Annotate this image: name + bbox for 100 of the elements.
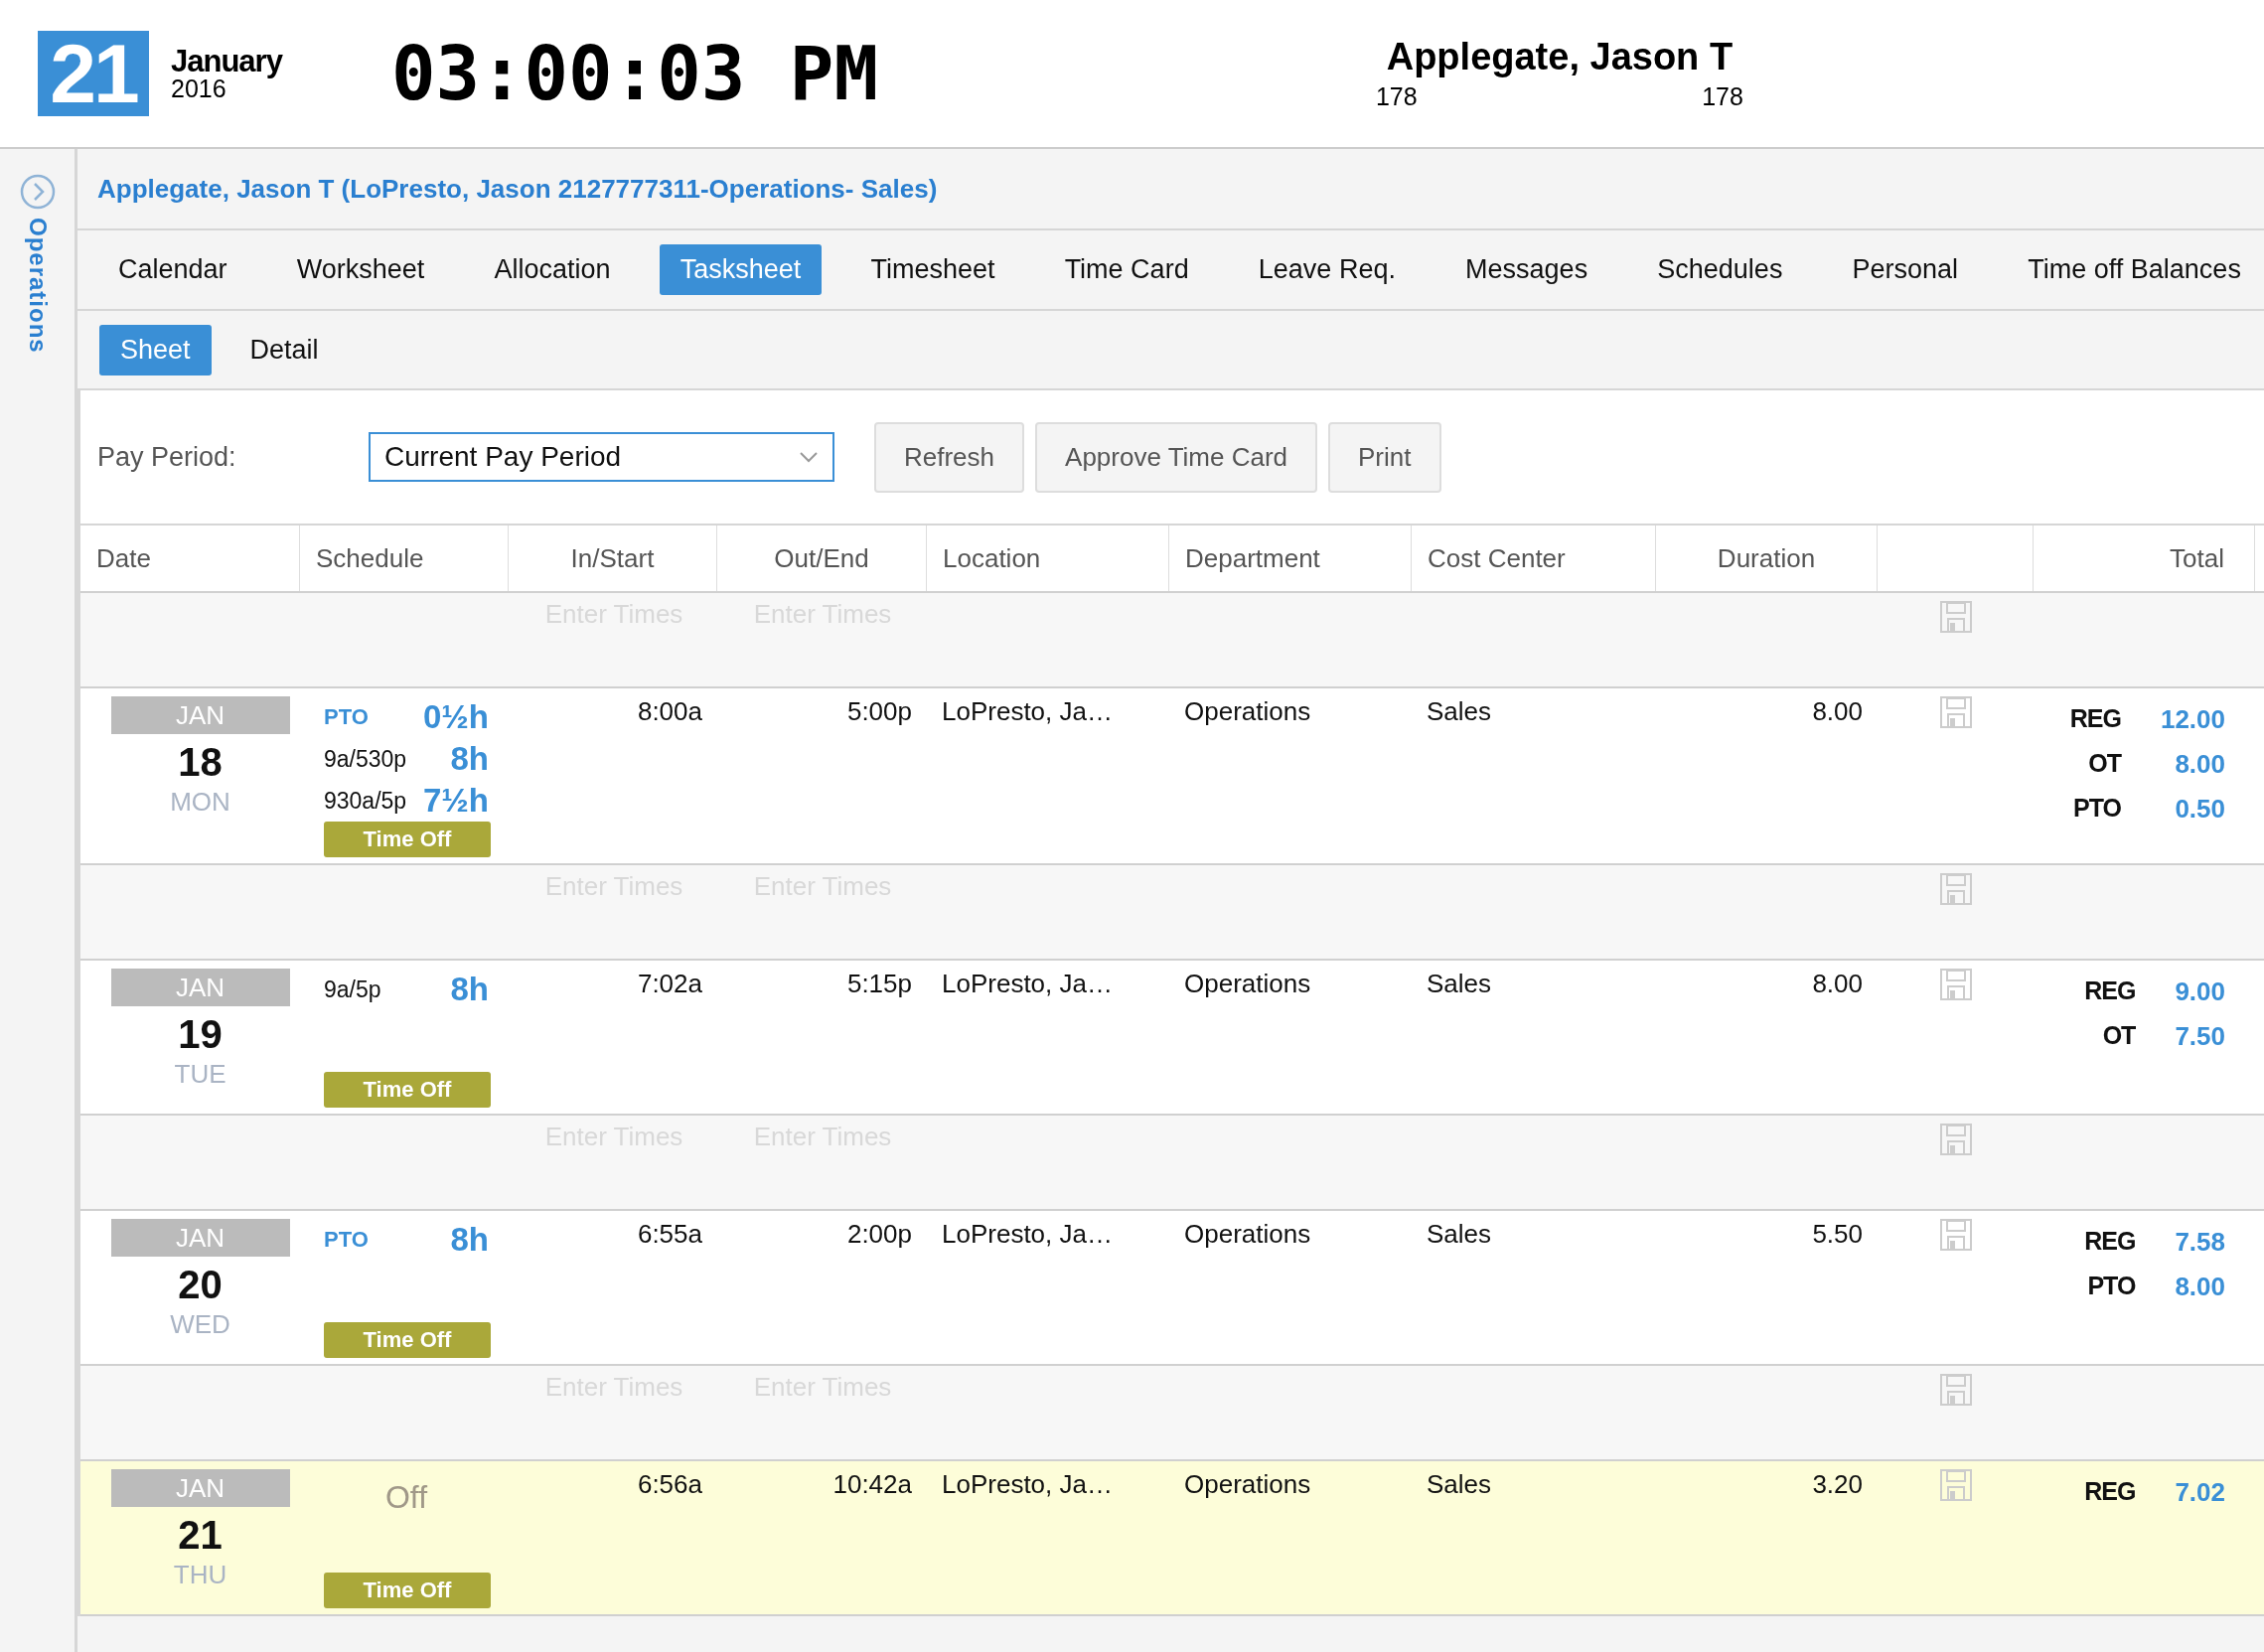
cost-center-text: Sales: [1426, 1219, 1493, 1250]
total-value: 7.50: [2175, 1021, 2225, 1052]
duration-value: 8.00: [1811, 696, 1864, 727]
month-tag: JAN: [110, 1219, 290, 1257]
pto-label: PTO: [324, 1227, 369, 1253]
clock-time: 03:00:03 PM: [390, 31, 879, 116]
schedule-hours: 0½h: [422, 698, 489, 736]
save-icon[interactable]: [1939, 1124, 1972, 1155]
total-value: 7.02: [2175, 1477, 2225, 1508]
nav-tab[interactable]: Timesheet: [849, 244, 1016, 295]
start-time: 6:55a: [636, 1219, 703, 1250]
month-tag: JAN: [110, 1469, 290, 1507]
save-icon[interactable]: [1939, 1469, 1972, 1501]
total-code: OT: [2087, 749, 2121, 779]
nav-tab[interactable]: Personal: [1831, 244, 1980, 295]
save-icon[interactable]: [1939, 1219, 1972, 1251]
start-time: 8:00a: [636, 696, 703, 727]
column-header: Total: [2034, 526, 2255, 591]
pay-period-label: Pay Period:: [97, 441, 237, 473]
day-number: 20: [178, 1263, 223, 1307]
weekday-label: TUE: [174, 1059, 226, 1090]
nav-tab[interactable]: Schedules: [1636, 244, 1804, 295]
user-name: Applegate, Jason T: [1385, 36, 1735, 78]
department-text: Operations: [1183, 1219, 1312, 1250]
total-value: 8.00: [2174, 749, 2225, 780]
cost-center-text: Sales: [1426, 969, 1493, 999]
total-code: OT: [2101, 1021, 2136, 1051]
user-code: 178: [1702, 82, 1743, 111]
total-value: 0.50: [2174, 794, 2225, 825]
weekday-label: THU: [173, 1560, 227, 1590]
location-text: LoPresto, Ja…: [941, 969, 1114, 999]
location-text: LoPresto, Ja…: [941, 1469, 1114, 1500]
total-code: REG: [2084, 976, 2136, 1006]
month-tag: JAN: [110, 969, 290, 1006]
shift-time: 9a/530p: [324, 745, 407, 773]
nav-tab[interactable]: Leave Req.: [1237, 244, 1417, 295]
column-header: Location: [927, 526, 1169, 591]
toolbar-button[interactable]: Refresh: [874, 421, 1025, 493]
schedule-hours: 8h: [450, 971, 489, 1008]
department-text: Operations: [1183, 1469, 1312, 1500]
location-text: LoPresto, Ja…: [941, 696, 1114, 727]
end-time: 5:15p: [845, 969, 913, 999]
date-number: 21: [38, 31, 149, 116]
column-header: Date: [80, 526, 300, 591]
total-code: PTO: [2071, 794, 2121, 824]
sub-tab[interactable]: Detail: [228, 324, 340, 375]
total-value: 9.00: [2175, 976, 2225, 1007]
pto-label: PTO: [324, 704, 369, 730]
total-code: REG: [2084, 1227, 2136, 1257]
shift-time: 9a/5p: [324, 976, 381, 1003]
day-number: 21: [178, 1513, 223, 1558]
sidebar-label[interactable]: Operations: [23, 218, 52, 354]
total-value: 12.00: [2160, 704, 2225, 735]
department-text: Operations: [1183, 969, 1312, 999]
nav-tab[interactable]: Worksheet: [275, 244, 446, 295]
day-number: 18: [178, 740, 223, 785]
column-header: Duration: [1656, 526, 1878, 591]
end-time: 2:00p: [845, 1219, 913, 1250]
schedule-hours: 8h: [450, 740, 489, 778]
weekday-label: WED: [170, 1309, 230, 1340]
end-time: 10:42a: [831, 1469, 913, 1500]
duration-value: 5.50: [1811, 1219, 1864, 1250]
end-time: 5:00p: [845, 696, 913, 727]
save-icon[interactable]: [1939, 696, 1972, 728]
total-code: REG: [2084, 1477, 2136, 1507]
dropdown-caret-icon: [799, 450, 819, 464]
start-time: 7:02a: [636, 969, 703, 999]
schedule-hours: 8h: [450, 1221, 489, 1259]
column-header: Schedule: [300, 526, 509, 591]
employee-title: Applegate, Jason T (LoPresto, Jason 2127777311-Operations- Sales): [77, 149, 2264, 230]
save-icon[interactable]: [1939, 1374, 1972, 1406]
location-text: LoPresto, Ja…: [941, 1219, 1114, 1250]
cost-center-text: Sales: [1426, 696, 1493, 727]
department-text: Operations: [1183, 696, 1312, 727]
nav-tab[interactable]: Messages: [1444, 244, 1609, 295]
save-icon[interactable]: [1939, 873, 1972, 905]
total-code: PTO: [2086, 1272, 2136, 1301]
day-number: 19: [178, 1012, 223, 1057]
schedule-hours: 7½h: [422, 782, 489, 820]
column-header: Out/End: [717, 526, 927, 591]
user-code: 178: [1375, 82, 1418, 111]
duration-value: 3.20: [1811, 1469, 1864, 1500]
column-header: Department: [1169, 526, 1412, 591]
nav-tab[interactable]: Allocation: [473, 244, 632, 295]
nav-tab[interactable]: Calendar: [97, 244, 248, 295]
total-value: 7.58: [2175, 1227, 2225, 1258]
month-tag: JAN: [110, 696, 290, 734]
toolbar-button[interactable]: Approve Time Card: [1035, 421, 1318, 493]
expand-chevron-icon[interactable]: [19, 174, 56, 210]
shift-time: 930a/5p: [324, 787, 407, 815]
cost-center-text: Sales: [1426, 1469, 1493, 1500]
pay-period-dropdown[interactable]: Current Pay Period: [369, 432, 834, 482]
off-label: Off: [384, 1479, 428, 1516]
toolbar-button[interactable]: Print: [1328, 421, 1441, 493]
save-icon[interactable]: [1939, 969, 1972, 1000]
total-value: 8.00: [2175, 1272, 2225, 1302]
nav-tab[interactable]: Time off Balances: [2007, 244, 2262, 295]
save-icon[interactable]: [1939, 601, 1972, 633]
total-code: REG: [2069, 704, 2121, 734]
nav-tab[interactable]: Time Card: [1043, 244, 1210, 295]
